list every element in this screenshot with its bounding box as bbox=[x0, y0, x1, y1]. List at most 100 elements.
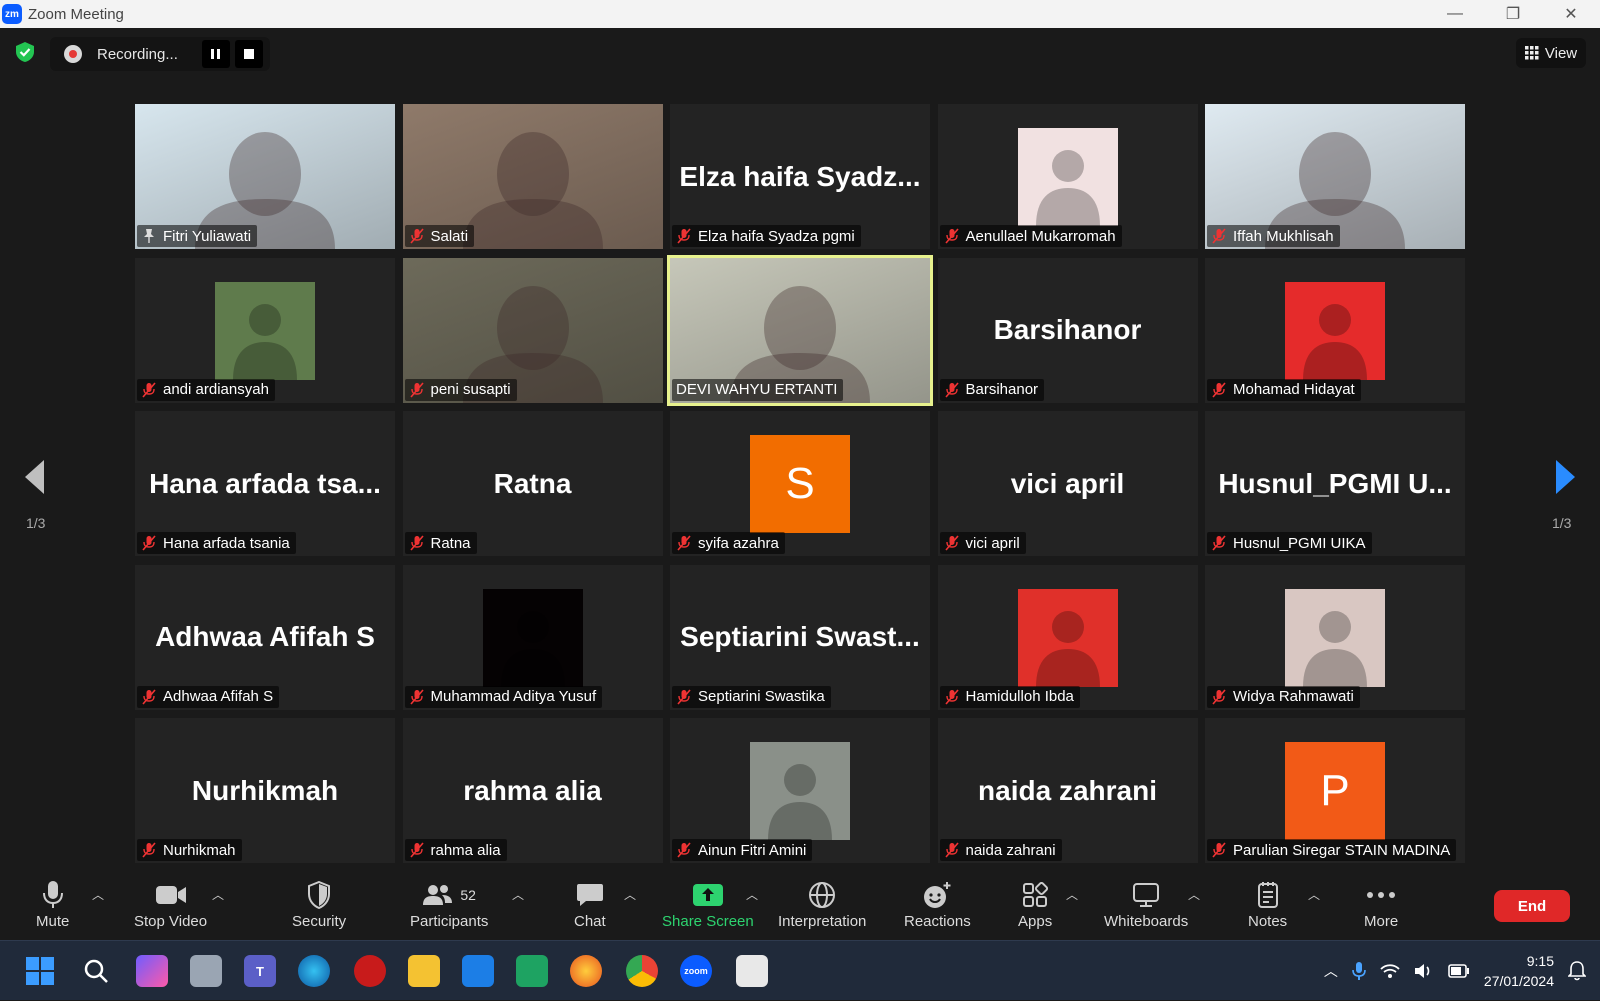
more-label: More bbox=[1364, 913, 1399, 930]
meeting-area: Recording... View 1/3 1/3 Fitri Yuliawat… bbox=[0, 28, 1600, 870]
apps-options-caret-icon[interactable]: ︿ bbox=[1066, 886, 1078, 903]
mute-button[interactable]: Mute bbox=[36, 880, 69, 930]
page-indicator-right: 1/3 bbox=[1552, 515, 1572, 531]
audio-options-caret-icon[interactable]: ︿ bbox=[92, 886, 104, 903]
windows-taskbar: T zoom ︿ 9:15 27/01/2024 bbox=[0, 940, 1600, 1000]
defender-icon[interactable] bbox=[462, 955, 494, 987]
search-icon[interactable] bbox=[80, 955, 112, 987]
meet-icon[interactable] bbox=[516, 955, 548, 987]
security-app-icon[interactable] bbox=[354, 955, 386, 987]
zoom-logo: zm bbox=[2, 4, 22, 24]
file-explorer-icon[interactable] bbox=[408, 955, 440, 987]
participant-tile[interactable]: Barsihanor Barsihanor bbox=[937, 257, 1198, 403]
muted-microphone-icon bbox=[142, 688, 156, 705]
participant-name: rahma alia bbox=[430, 841, 501, 859]
smiley-plus-icon bbox=[924, 882, 951, 908]
interpretation-button[interactable]: Interpretation bbox=[778, 880, 866, 930]
participant-name-bar: Barsihanor bbox=[939, 378, 1045, 401]
stop-video-button[interactable]: Stop Video bbox=[134, 880, 207, 930]
participant-tile[interactable]: rahma alia rahma alia bbox=[402, 718, 663, 863]
participant-tile[interactable]: andi ardiansyah bbox=[135, 257, 395, 403]
participant-name-bar: Parulian Siregar STAIN MADINA bbox=[1207, 839, 1457, 861]
participant-tile[interactable]: Ainun Fitri Amini bbox=[670, 718, 930, 863]
notes-options-caret-icon[interactable]: ︿ bbox=[1308, 886, 1320, 903]
participant-tile[interactable]: Iffah Mukhlisah bbox=[1205, 104, 1465, 249]
security-button[interactable]: Security bbox=[292, 880, 346, 930]
participant-tile[interactable]: Ratna Ratna bbox=[402, 411, 663, 556]
whiteboards-button[interactable]: Whiteboards bbox=[1104, 880, 1188, 930]
participant-tile[interactable]: Nurhikmah Nurhikmah bbox=[135, 718, 395, 863]
muted-microphone-icon bbox=[944, 381, 959, 398]
encryption-shield-icon[interactable] bbox=[14, 41, 36, 63]
wifi-icon[interactable] bbox=[1380, 963, 1400, 979]
edge-browser-icon[interactable] bbox=[298, 955, 330, 987]
participant-tile[interactable]: vici april vici april bbox=[937, 411, 1198, 556]
participant-tile[interactable]: Elza haifa Syadz... Elza haifa Syadza pgm… bbox=[670, 104, 930, 249]
notifications-bell-icon[interactable] bbox=[1568, 961, 1586, 981]
participants-options-caret-icon[interactable]: ︿ bbox=[512, 886, 524, 903]
notes-button[interactable]: Notes bbox=[1248, 880, 1287, 930]
chat-button[interactable]: Chat bbox=[574, 880, 606, 930]
recording-indicator: Recording... bbox=[50, 37, 270, 71]
view-button[interactable]: View bbox=[1516, 38, 1586, 68]
participant-tile[interactable]: Hana arfada tsa... Hana arfada tsania bbox=[135, 411, 395, 556]
muted-microphone-icon bbox=[1212, 228, 1226, 244]
window-controls: — ❐ ✕ bbox=[1426, 0, 1600, 28]
participants-button[interactable]: 52 Participants bbox=[410, 880, 488, 930]
participant-tile[interactable]: Ssyifa azahra bbox=[670, 411, 930, 556]
share-screen-button[interactable]: Share Screen bbox=[662, 880, 754, 930]
restore-button[interactable]: ❐ bbox=[1484, 0, 1542, 28]
participant-tile[interactable]: Septiarini Swast... Septiarini Swastika bbox=[670, 564, 930, 710]
reactions-button[interactable]: Reactions bbox=[904, 880, 971, 930]
video-camera-icon bbox=[155, 886, 186, 904]
chat-label: Chat bbox=[574, 913, 606, 930]
windows-start-icon[interactable] bbox=[24, 955, 56, 987]
show-hidden-icons-icon[interactable]: ︿ bbox=[1324, 961, 1338, 981]
participant-tile[interactable]: P Parulian Siregar STAIN MADINA bbox=[1205, 718, 1465, 863]
next-page-arrow-icon[interactable] bbox=[1554, 458, 1578, 496]
whiteboards-options-caret-icon[interactable]: ︿ bbox=[1188, 886, 1200, 903]
video-options-caret-icon[interactable]: ︿ bbox=[212, 886, 224, 903]
page-indicator-left: 1/3 bbox=[26, 515, 46, 531]
task-view-icon[interactable] bbox=[190, 955, 222, 987]
chrome-icon[interactable] bbox=[626, 955, 658, 987]
snipping-tool-icon[interactable] bbox=[736, 955, 768, 987]
volume-icon[interactable] bbox=[1414, 963, 1434, 979]
participant-tile[interactable]: Muhammad Aditya Yusuf bbox=[402, 564, 663, 710]
participant-name: Fitri Yuliawati bbox=[163, 227, 252, 245]
participant-tile[interactable]: Salati bbox=[402, 104, 663, 249]
microphone-tray-icon[interactable] bbox=[1352, 961, 1366, 981]
participant-tile[interactable]: Hamidulloh Ibda bbox=[937, 564, 1198, 710]
participant-name: Hamidulloh Ibda bbox=[965, 688, 1074, 705]
zoom-taskbar-icon[interactable]: zoom bbox=[680, 955, 712, 987]
firefox-icon[interactable] bbox=[570, 955, 602, 987]
participant-tile[interactable]: Widya Rahmawati bbox=[1205, 564, 1465, 710]
end-meeting-button[interactable]: End bbox=[1494, 890, 1570, 922]
apps-button[interactable]: Apps bbox=[1018, 880, 1052, 930]
participant-tile[interactable]: Mohamad Hidayat bbox=[1205, 257, 1465, 403]
participant-name-bar: Ratna bbox=[404, 532, 477, 554]
participant-name-bar: Elza haifa Syadza pgmi bbox=[672, 225, 861, 247]
mute-label: Mute bbox=[36, 913, 70, 930]
more-button[interactable]: More bbox=[1364, 880, 1398, 930]
stop-recording-button[interactable] bbox=[235, 40, 263, 68]
participant-tile[interactable]: Adhwaa Afifah S Adhwaa Afifah S bbox=[135, 564, 395, 710]
participant-tile[interactable]: DEVI WAHYU ERTANTI bbox=[667, 254, 933, 406]
previous-page-arrow-icon[interactable] bbox=[22, 458, 46, 496]
minimize-button[interactable]: — bbox=[1426, 0, 1484, 28]
participant-tile[interactable]: naida zahrani naida zahrani bbox=[937, 718, 1198, 863]
pause-recording-button[interactable] bbox=[202, 40, 230, 68]
participant-tile[interactable]: Aenullael Mukarromah bbox=[937, 104, 1198, 249]
chat-options-caret-icon[interactable]: ︿ bbox=[624, 886, 636, 903]
close-button[interactable]: ✕ bbox=[1542, 0, 1600, 28]
muted-microphone-icon bbox=[1212, 381, 1226, 398]
share-options-caret-icon[interactable]: ︿ bbox=[746, 886, 758, 903]
battery-icon[interactable] bbox=[1448, 964, 1470, 978]
teams-icon[interactable]: T bbox=[244, 955, 276, 987]
participant-tile[interactable]: peni susapti bbox=[402, 257, 663, 403]
system-clock[interactable]: 9:15 27/01/2024 bbox=[1484, 951, 1554, 991]
participant-tile[interactable]: Husnul_PGMI U... Husnul_PGMI UIKA bbox=[1205, 411, 1465, 556]
participant-tile[interactable]: Fitri Yuliawati bbox=[135, 104, 395, 249]
muted-microphone-icon bbox=[1212, 535, 1226, 551]
copilot-icon[interactable] bbox=[136, 955, 168, 987]
